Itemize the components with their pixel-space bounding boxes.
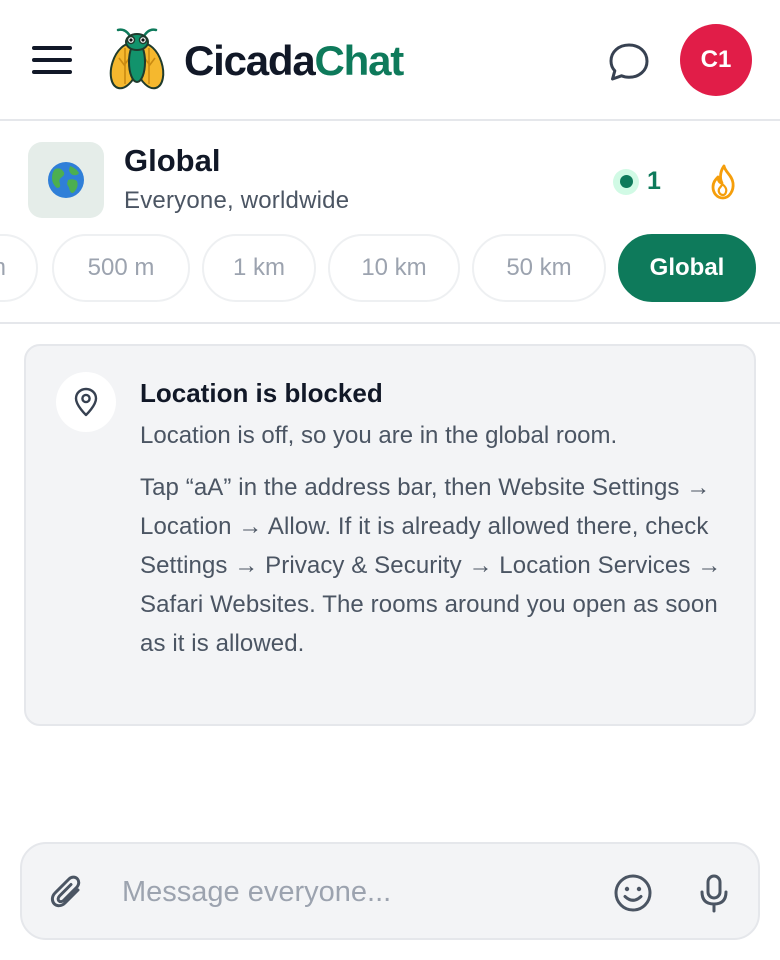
radius-chip-50km[interactable]: 50 km bbox=[472, 234, 606, 302]
room-title: Global bbox=[124, 143, 221, 178]
radius-chip-1km[interactable]: 1 km bbox=[202, 234, 316, 302]
brand-name: CicadaChat bbox=[184, 36, 405, 86]
user-avatar[interactable]: C1 bbox=[680, 24, 752, 96]
location-blocked-notice: Location is blocked Location is off, so … bbox=[24, 344, 756, 726]
notice-title: Location is blocked bbox=[140, 378, 383, 408]
paperclip-icon[interactable] bbox=[48, 872, 88, 914]
radius-chip-global[interactable]: Global bbox=[618, 234, 756, 302]
message-input[interactable] bbox=[122, 864, 582, 920]
notice-subtitle: Location is off, so you are in the globa… bbox=[140, 422, 618, 449]
menu-button[interactable] bbox=[30, 42, 74, 78]
hamburger-menu-icon-line bbox=[32, 58, 72, 62]
location-pin-badge bbox=[56, 372, 116, 432]
room-icon bbox=[28, 142, 104, 218]
hamburger-menu-icon bbox=[32, 46, 72, 50]
online-count: 1 bbox=[647, 167, 661, 195]
smiley-icon[interactable] bbox=[612, 872, 654, 914]
app-header: CicadaChat C1 bbox=[0, 0, 780, 121]
radius-chip-partial[interactable]: m bbox=[0, 234, 38, 302]
cicada-logo-icon bbox=[109, 28, 165, 90]
hamburger-menu-icon-line bbox=[32, 70, 72, 74]
globe-icon bbox=[48, 162, 84, 198]
flame-icon[interactable] bbox=[704, 162, 744, 202]
room-subtitle: Everyone, worldwide bbox=[124, 187, 350, 214]
message-composer bbox=[20, 842, 760, 940]
notice-body: Tap “aA” in the address bar, then Websit… bbox=[140, 474, 722, 657]
radius-chip-10km[interactable]: 10 km bbox=[328, 234, 460, 302]
radius-chips: m 500 m 1 km 10 km 50 km Global bbox=[0, 234, 780, 302]
brand-name-part2: Chat bbox=[314, 37, 405, 84]
chat-bubble-icon[interactable] bbox=[606, 40, 652, 84]
microphone-icon[interactable] bbox=[694, 872, 734, 914]
map-pin-icon bbox=[74, 387, 98, 417]
online-indicator: 1 bbox=[613, 167, 661, 196]
radius-chip-500m[interactable]: 500 m bbox=[52, 234, 190, 302]
section-divider bbox=[0, 322, 780, 324]
online-dot-icon bbox=[613, 168, 639, 195]
brand-name-part1: Cicada bbox=[184, 37, 316, 84]
